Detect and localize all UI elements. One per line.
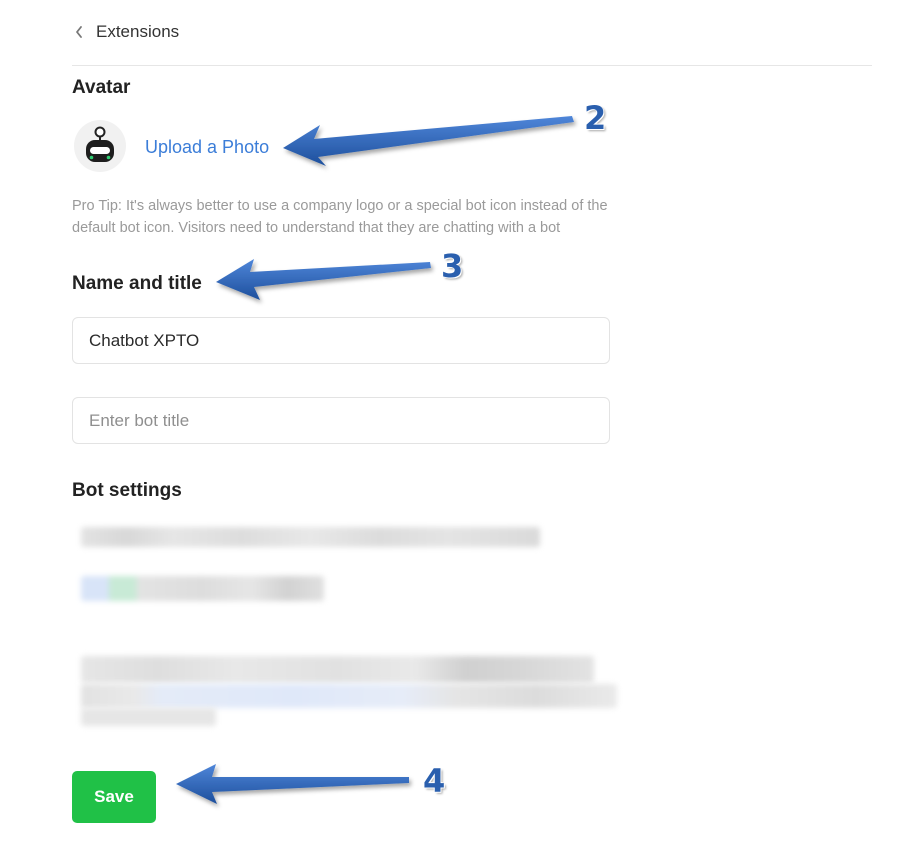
step-number-4: 4	[423, 762, 446, 800]
arrow-name-icon	[216, 259, 431, 300]
arrow-save-icon	[176, 764, 409, 804]
annotation-overlay	[176, 116, 574, 804]
step-number-3: 3	[441, 247, 464, 285]
arrow-upload-icon	[283, 116, 574, 166]
step-number-2: 2	[584, 99, 607, 137]
